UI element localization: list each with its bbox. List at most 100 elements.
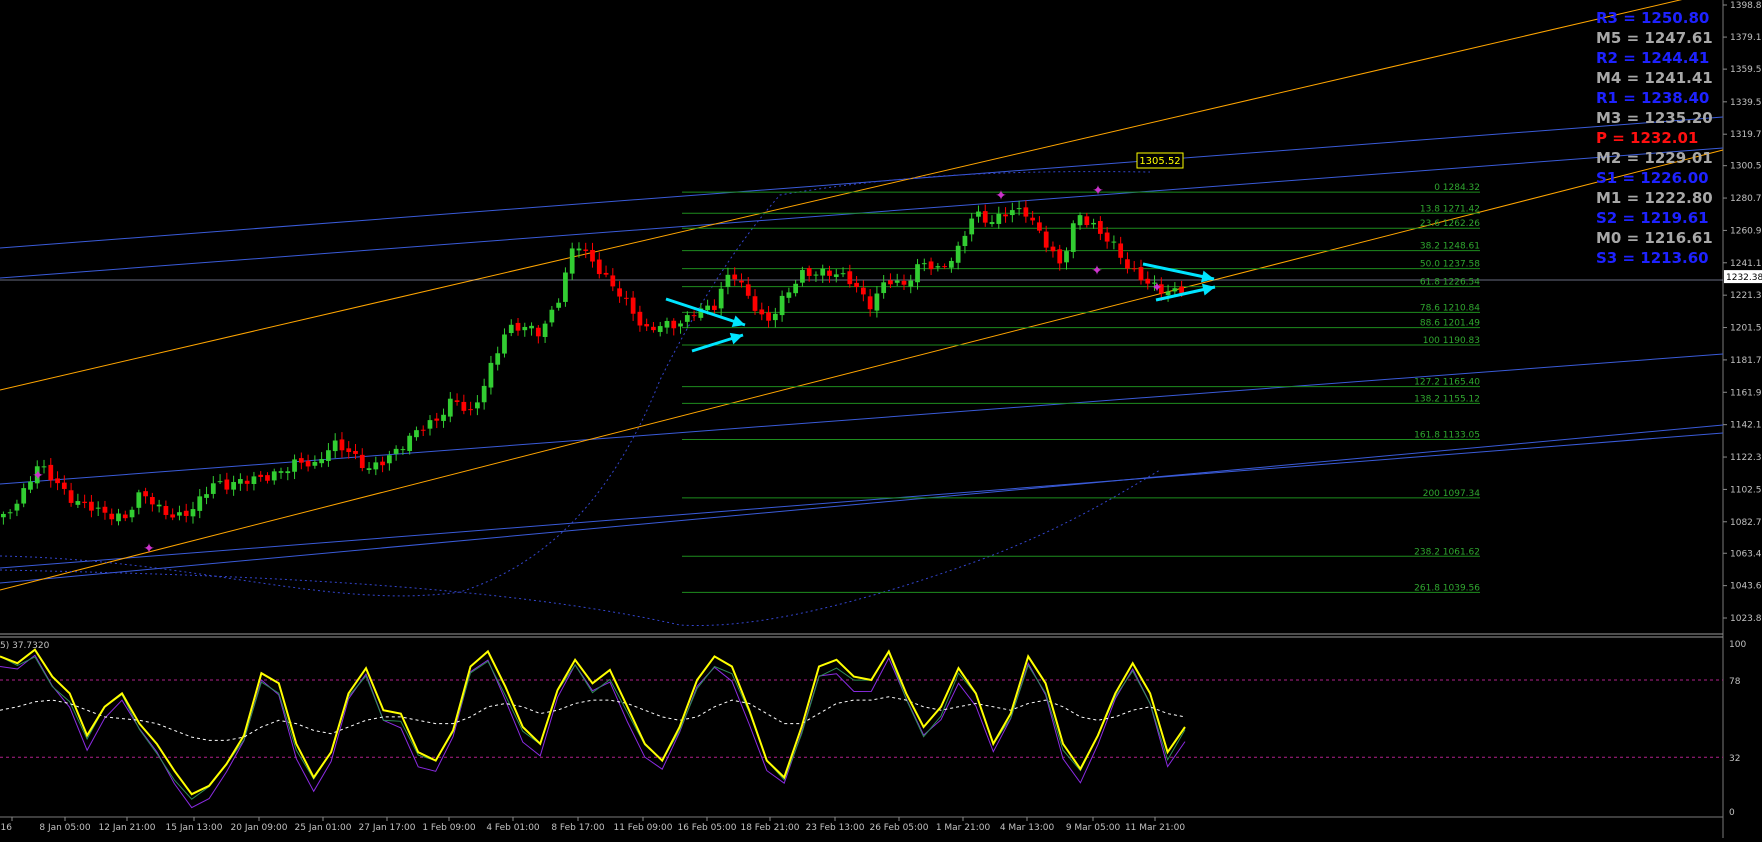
candle-body [678,323,683,327]
chart-canvas[interactable]: 1398.80 1379.18 1359.58 1339.58 1319.78 1300.… [0,0,1762,838]
candle-body [847,271,853,285]
candle-body [630,297,636,314]
time-axis-label: 27 Jan 17:00 [359,823,416,833]
candle-body [190,509,196,517]
candle-body [617,288,622,297]
candle-body [55,478,60,484]
candle-body [935,266,941,268]
candle-body [183,510,189,516]
candle-body [481,385,487,403]
candle-body [122,514,128,519]
candle-body [136,492,142,508]
candle-body [718,288,724,309]
candle-body [393,448,399,454]
time-axis-label: 15 Jan 13:00 [166,823,223,833]
candle-body [610,275,616,287]
price-axis-label: 1161.93 [1730,388,1762,398]
candle-body [529,325,534,329]
time-axis-label: 1 Mar 21:00 [936,823,991,833]
fib-level-label: 261.8 1039.56 [1414,583,1480,593]
candle-body [806,268,812,276]
candle-body [359,454,365,469]
candle-body [671,320,677,329]
candle-body [813,274,819,276]
price-axis-label: 1280.73 [1730,194,1762,204]
candle-body [786,292,792,298]
price-axis-label: 1122.33 [1730,453,1762,463]
candle-body [434,418,440,421]
candle-body [251,476,257,484]
candle-body [901,280,907,285]
price-label-box-text: 1305.52 [1139,156,1180,167]
candle-body [488,362,494,388]
candle-body [238,479,243,484]
candle-body [7,512,13,514]
candle-body [143,491,148,497]
candle-body [603,272,609,275]
time-axis-label: 4 Mar 13:00 [1000,823,1055,833]
moving-average-line-slow [0,469,1161,627]
candle-body [149,497,155,505]
fractal-marker: ✦ [32,468,44,484]
candle-body [1016,208,1022,210]
candle-body [637,311,643,326]
candle-body [732,274,738,280]
candle-body [319,459,325,464]
pivot-level-r1: R1 = 1238.40 [1596,89,1710,107]
fib-level-label: 38.2 1248.61 [1420,242,1480,252]
time-axis-label: 12 Jan 21:00 [99,823,156,833]
candle-body [258,474,264,477]
candle-body [969,218,975,235]
fib-level-label: 200 1097.34 [1423,489,1481,499]
candle-body [231,482,236,490]
candle-body [298,458,304,463]
trend-arrow-head [1201,283,1215,296]
candle-body [326,450,331,461]
fib-level-label: 100 1190.83 [1423,336,1480,346]
chart-window[interactable]: 1398.80 1379.18 1359.58 1339.58 1319.78 1300.… [0,0,1762,838]
stoch-axis-label: 0 [1729,808,1735,818]
pivot-level-s3: S3 = 1213.60 [1596,249,1709,267]
candle-body [380,461,385,466]
candle-body [800,270,805,283]
candle-body [766,312,771,321]
candle-body [921,263,927,265]
candle-body [1003,214,1008,217]
candle-body [657,326,663,332]
candle-body [116,513,121,522]
candle-body [1138,267,1144,281]
candle-body [1070,223,1076,252]
candle-body [1057,249,1063,264]
candle-body [542,323,548,337]
candle-body [759,309,765,315]
candle-body [569,248,575,274]
pivot-level-m2: M2 = 1229.01 [1596,149,1713,167]
price-axis-label: 1260.93 [1730,226,1762,236]
candle-body [1118,243,1124,258]
candle-body [705,305,710,311]
candle-body [278,471,284,473]
candle-body [475,402,480,409]
pivot-level-r3: R3 = 1250.80 [1596,9,1710,27]
candle-body [874,293,880,311]
candle-body [285,471,291,474]
candle-body [48,464,54,481]
time-axis-label: 2016 [0,823,12,833]
candle-body [982,211,988,223]
time-axis-label: 4 Feb 01:00 [486,823,540,833]
candle-body [502,334,507,354]
trend-channel-line [0,424,1724,584]
candle-body [177,512,182,516]
candle-body [752,296,758,311]
candle-body [908,280,914,287]
candle-body [414,430,419,438]
candle-body [292,459,297,472]
candle-body [860,287,866,295]
candle-body [312,461,318,466]
candle-body [623,297,629,299]
fib-level-label: 50.0 1237.58 [1420,260,1480,270]
pivot-level-m4: M4 = 1241.41 [1596,69,1713,87]
pivot-level-m3: M3 = 1235.20 [1596,109,1713,127]
candle-body [1037,222,1042,231]
fib-level-label: 161.8 1133.05 [1414,431,1480,441]
